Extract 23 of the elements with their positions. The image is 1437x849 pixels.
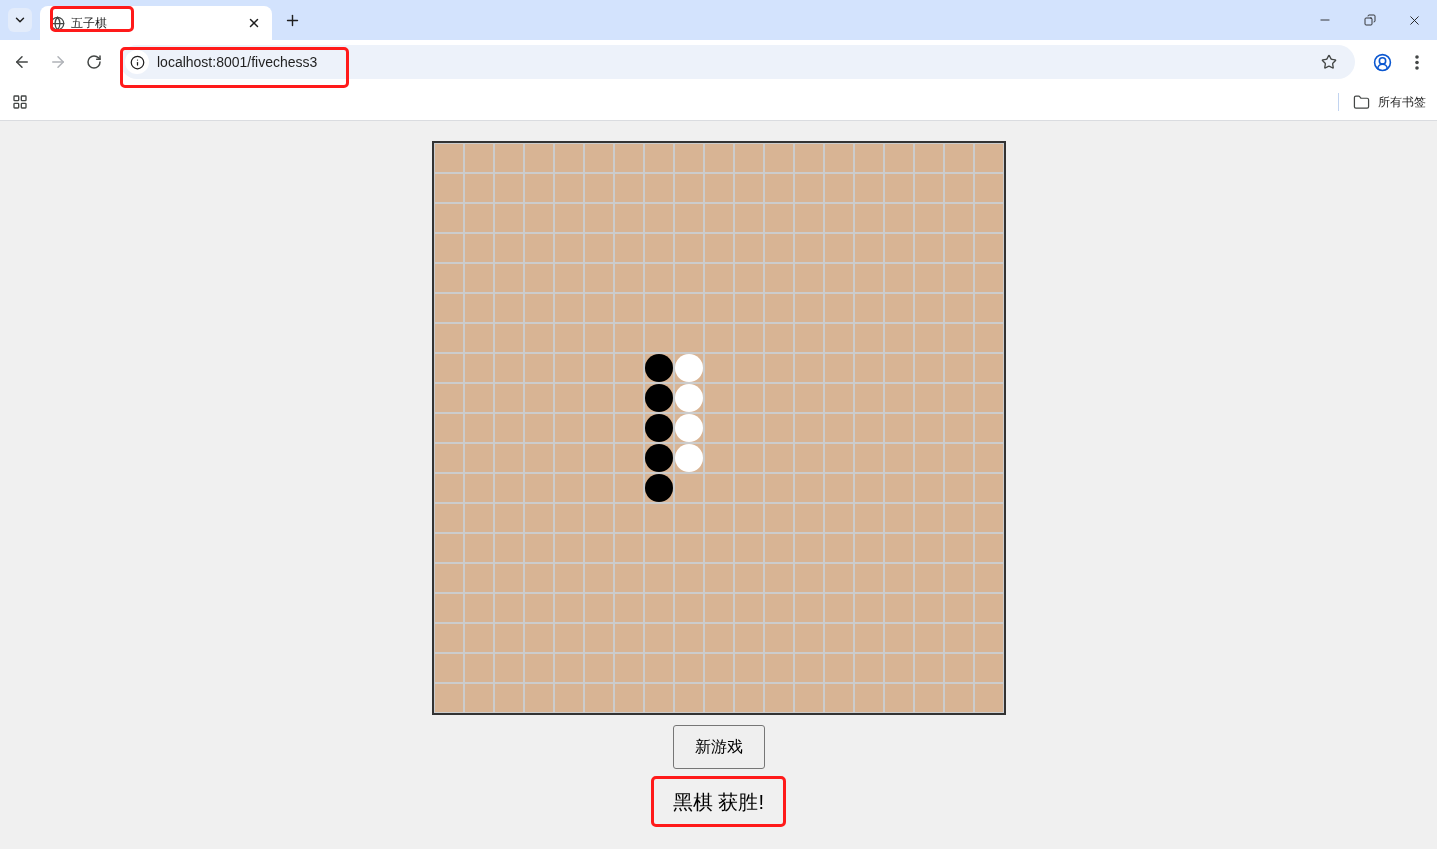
star-icon bbox=[1321, 54, 1337, 70]
new-game-button[interactable]: 新游戏 bbox=[672, 725, 765, 769]
address-bar[interactable]: localhost:8001/fivechess3 bbox=[120, 45, 1355, 79]
tab-title: 五子棋 bbox=[71, 15, 107, 31]
tab-list-button[interactable] bbox=[8, 8, 32, 32]
browser-tab[interactable]: 五子棋 bbox=[40, 6, 272, 40]
bookmark-label: 所有书签 bbox=[1378, 94, 1426, 110]
grid-icon bbox=[12, 94, 28, 110]
apps-button[interactable] bbox=[12, 94, 28, 110]
bookmark-folder-button[interactable]: 所有书签 bbox=[1353, 93, 1426, 111]
game-board[interactable] bbox=[431, 141, 1006, 715]
site-info-button[interactable] bbox=[125, 50, 149, 74]
arrow-right-icon bbox=[49, 53, 67, 71]
info-icon bbox=[129, 54, 145, 70]
status-message: 黑棋 获胜! bbox=[672, 789, 765, 814]
reload-icon bbox=[86, 54, 102, 70]
vertical-dots-icon bbox=[1415, 54, 1419, 70]
user-circle-icon bbox=[1372, 52, 1392, 72]
url-text: localhost:8001/fivechess3 bbox=[157, 53, 318, 71]
folder-icon bbox=[1353, 93, 1370, 111]
close-icon bbox=[247, 16, 261, 30]
globe-icon bbox=[50, 15, 65, 31]
restore-icon bbox=[1363, 14, 1376, 26]
